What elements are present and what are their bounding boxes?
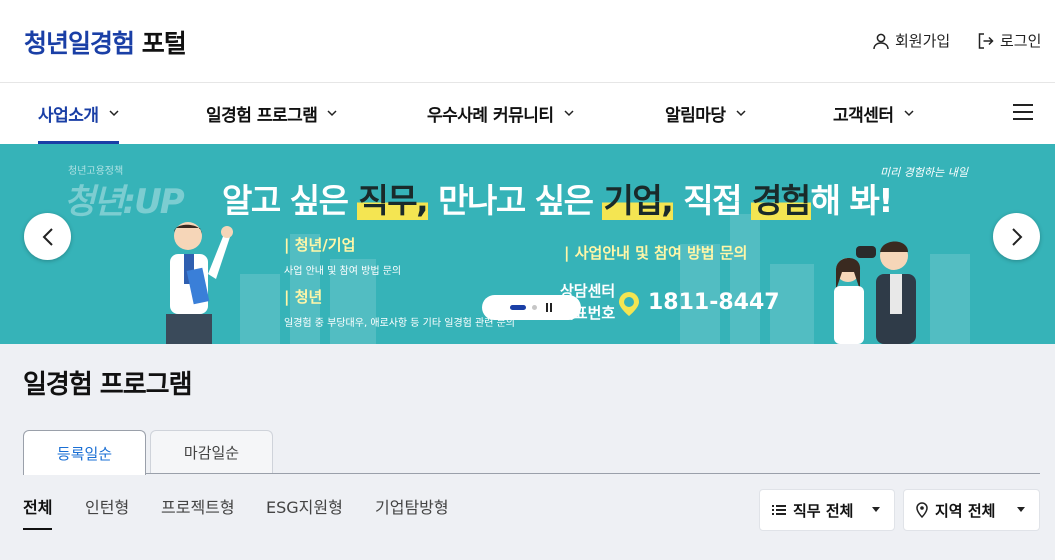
banner-phone: 1811-8447: [648, 290, 780, 315]
logo-portal: 포털: [134, 29, 187, 58]
banner-headline: 알고 싶은 직무, 만나고 싶은 기업, 직접 경험해 봐!: [222, 181, 893, 220]
category-intern[interactable]: 인턴형: [85, 494, 129, 518]
caret-down-icon: [1017, 507, 1025, 512]
main-nav: 사업소개 일경험 프로그램 우수사례 커뮤니티 알림마당 고객센터: [0, 83, 1055, 144]
login-icon: [978, 32, 994, 49]
banner-corner-logo: 미리 경험하는 내일: [880, 166, 968, 179]
region-filter-select[interactable]: 지역 전체: [903, 489, 1040, 531]
site-logo[interactable]: 청년일경험 포털: [24, 24, 187, 60]
job-filter-select[interactable]: 직무 전체: [759, 489, 895, 531]
category-project[interactable]: 프로젝트형: [161, 494, 235, 518]
nav-item-community[interactable]: 우수사례 커뮤니티: [427, 83, 574, 144]
category-company-tour[interactable]: 기업탐방형: [375, 494, 449, 518]
banner-pagination: [482, 295, 581, 320]
tab-divider: [23, 473, 1040, 474]
nav-item-support[interactable]: 고객센터: [833, 83, 914, 144]
pause-icon[interactable]: [546, 303, 554, 312]
nav-label: 고객센터: [833, 106, 894, 126]
nav-label: 사업소개: [38, 106, 99, 126]
signup-label: 회원가입: [895, 32, 951, 50]
banner-left-sub-2: 일경험 중 부당대우, 애로사항 등 기타 일경험 관련 문의: [284, 318, 516, 329]
sort-tab-deadline[interactable]: 마감일순: [150, 430, 273, 474]
region-filter-label: 지역 전체: [935, 501, 996, 520]
banner-prev-button[interactable]: [24, 213, 71, 260]
banner-left-heading-2: | 청년: [284, 288, 323, 306]
location-pin-icon: [916, 502, 928, 518]
logo-brand: 청년일경험: [24, 29, 135, 58]
banner-left-sub-1: 사업 안내 및 참여 방법 문의: [284, 266, 402, 277]
caret-down-icon: [872, 507, 880, 512]
nav-item-notice[interactable]: 알림마당: [665, 83, 746, 144]
chevron-left-icon: [42, 227, 53, 246]
chevron-down-icon: [904, 110, 914, 117]
menu-icon[interactable]: [1013, 104, 1033, 122]
chevron-down-icon: [564, 110, 574, 117]
nav-label: 알림마당: [665, 106, 726, 126]
phone-icon: [619, 292, 639, 316]
banner-left-heading-1: | 청년/기업: [284, 236, 356, 254]
banner-illustration-person-left: [166, 222, 233, 344]
user-icon: [873, 33, 889, 49]
chevron-down-icon: [736, 110, 746, 117]
hero-banner[interactable]: 청년고용정책 청년:UP 알고 싶은 직무, 만나고 싶은 기업, 직접 경험해…: [0, 144, 1055, 344]
category-esg[interactable]: ESG지원형: [266, 494, 343, 518]
nav-item-program[interactable]: 일경험 프로그램: [206, 83, 337, 144]
chevron-down-icon: [109, 110, 119, 117]
banner-illustration-people-right: [834, 241, 916, 344]
chevron-right-icon: [1011, 227, 1022, 246]
category-all[interactable]: 전체: [23, 494, 53, 530]
banner-inquiry: | 사업안내 및 참여 방법 문의: [564, 244, 748, 262]
nav-item-business-intro[interactable]: 사업소개: [38, 83, 119, 144]
section-title: 일경험 프로그램: [23, 370, 192, 400]
sort-tab-registered[interactable]: 등록일순: [23, 430, 146, 475]
login-label: 로그인: [1000, 32, 1042, 50]
nav-label: 우수사례 커뮤니티: [427, 106, 554, 126]
chevron-down-icon: [327, 110, 337, 117]
banner-next-button[interactable]: [993, 213, 1040, 260]
pagination-dot-active[interactable]: [510, 305, 526, 310]
job-filter-label: 직무 전체: [793, 501, 854, 520]
nav-label: 일경험 프로그램: [206, 106, 318, 126]
site-header: 청년일경험 포털 회원가입 로그인: [0, 0, 1055, 83]
signup-link[interactable]: 회원가입: [872, 30, 950, 51]
list-icon: [772, 505, 786, 515]
pagination-dot[interactable]: [532, 305, 537, 310]
login-link[interactable]: 로그인: [977, 30, 1041, 51]
